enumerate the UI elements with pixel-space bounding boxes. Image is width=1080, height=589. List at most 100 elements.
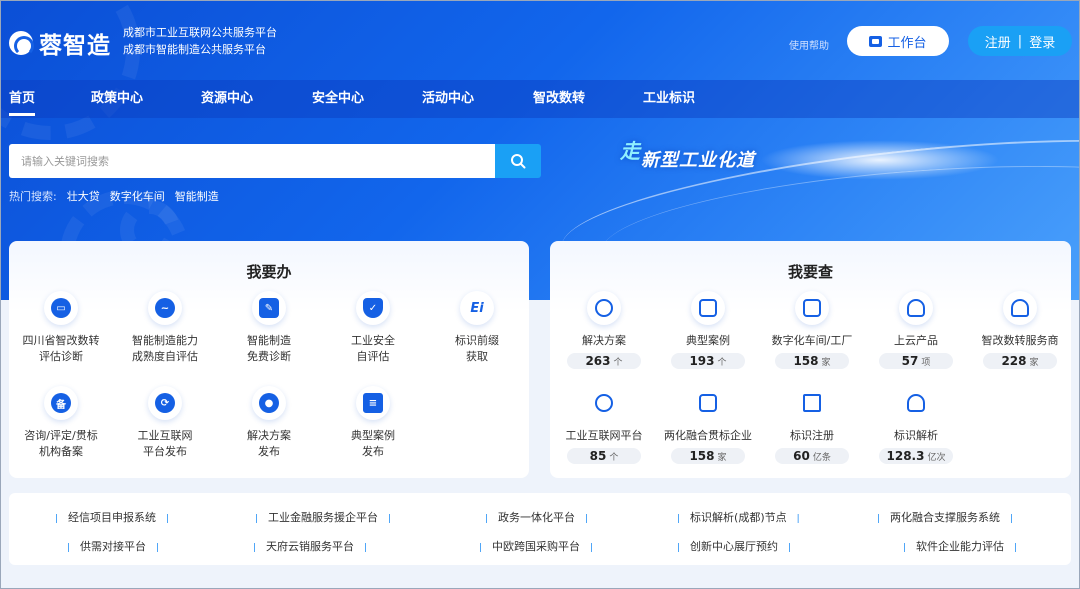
check-tile[interactable]: 标识解析 128.3 亿次 [864, 386, 968, 464]
quick-link[interactable]: 中欧跨国采购平台 [479, 538, 593, 554]
stat-value: 158 [793, 354, 819, 368]
tile-label: 标识注册 [790, 429, 834, 442]
logo[interactable]: 蓉智造 [9, 26, 111, 60]
quick-link[interactable]: 软件企业能力评估 [903, 538, 1017, 554]
tile-label: 数字化车间/工厂 [771, 334, 853, 347]
quick-links: 经信项目申报系统 工业金融服务援企平台 政务一体化平台 标识解析(成都)节点 两… [9, 493, 1071, 565]
stat-unit: 个 [609, 453, 619, 463]
hot-search-item[interactable]: 智能制造 [175, 188, 219, 204]
hot-search: 热门搜索: 壮大贷 数字化车间 智能制造 [9, 188, 219, 204]
tile-label: 典型案例 [351, 429, 395, 442]
book-icon: ≡ [363, 393, 383, 413]
check-tile[interactable]: 上云产品 57 项 [864, 291, 968, 369]
tile-label: 发布 [258, 445, 280, 458]
nav-home[interactable]: 首页 [9, 80, 36, 118]
workbench-button[interactable]: 工作台 [847, 26, 949, 56]
brand-name: 蓉智造 [39, 33, 111, 59]
nav-policy[interactable]: 政策中心 [91, 80, 143, 118]
do-tile[interactable]: ▭ 四川省智改数转 评估诊断 [9, 291, 113, 365]
nav-resources[interactable]: 资源中心 [201, 80, 253, 118]
slogan-text: 新型工业化道 [641, 150, 755, 171]
check-tile[interactable]: 解决方案 263 个 [552, 291, 656, 369]
monitor-icon [869, 35, 883, 47]
search-button[interactable] [495, 144, 541, 178]
do-tile[interactable]: ~ 智能制造能力 成熟度自评估 [113, 291, 217, 365]
bulb-icon: ● [259, 393, 279, 413]
quick-link[interactable]: 经信项目申报系统 [55, 509, 169, 525]
check-tile[interactable]: 智改数转服务商 228 家 [968, 291, 1072, 369]
check-tile[interactable]: 工业互联网平台 85 个 [552, 386, 656, 464]
provider-icon [1011, 299, 1029, 317]
tile-label: 四川省智改数转 [22, 334, 100, 347]
do-tile[interactable]: Ei 标识前缀 获取 [425, 291, 529, 365]
cloud-upload-icon [907, 299, 925, 317]
network-icon: ⟳ [155, 393, 175, 413]
stat-value: 60 [793, 449, 810, 463]
link-icon [699, 394, 717, 412]
tile-label: 典型案例 [686, 334, 730, 347]
check-tile[interactable]: 标识注册 60 亿条 [760, 386, 864, 464]
tile-label: 自评估 [356, 350, 390, 363]
check-tile[interactable]: 典型案例 193 个 [656, 291, 760, 369]
do-tile[interactable]: ⟳ 工业互联网 平台发布 [113, 386, 217, 460]
tile-label: 工业互联网 [137, 429, 193, 442]
do-tile[interactable]: 备 咨询/评定/贯标 机构备案 [9, 386, 113, 460]
edit-icon: ✎ [259, 298, 279, 318]
stat-pill: 158 家 [671, 448, 745, 464]
platform-subtitle: 成都市工业互联网公共服务平台 成都市智能制造公共服务平台 [123, 24, 277, 58]
login-button[interactable]: 登录 [1029, 32, 1055, 51]
nav-industrial-id[interactable]: 工业标识 [643, 80, 695, 118]
tile-label: 免费诊断 [247, 350, 291, 363]
search-input[interactable] [9, 144, 495, 178]
check-tile[interactable]: 数字化车间/工厂 158 家 [760, 291, 864, 369]
do-tile[interactable]: ✎ 智能制造免费诊断 [217, 291, 321, 365]
stat-value: 228 [1001, 354, 1027, 368]
quick-link[interactable]: 天府云销服务平台 [253, 538, 367, 554]
stat-unit: 亿次 [927, 453, 946, 463]
nav-digital-transform[interactable]: 智改数转 [533, 80, 585, 118]
shield-icon: ✓ [363, 298, 383, 318]
tile-label: 工业互联网平台 [565, 429, 643, 442]
tile-label: 成熟度自评估 [132, 350, 198, 363]
tile-label: 智能制造 [247, 334, 291, 347]
bulb-icon [595, 299, 613, 317]
stat-pill: 263 个 [567, 353, 641, 369]
quick-link[interactable]: 工业金融服务援企平台 [255, 509, 391, 525]
search-box [9, 144, 495, 178]
do-tile[interactable]: ✓ 工业安全自评估 [321, 291, 425, 365]
do-panel-title: 我要办 [246, 263, 292, 281]
workbench-label: 工作台 [887, 35, 927, 51]
quick-link[interactable]: 标识解析(成都)节点 [677, 509, 800, 525]
do-tile[interactable]: ≡ 典型案例 发布 [321, 386, 425, 460]
search-icon [511, 154, 526, 169]
record-icon: 备 [51, 393, 71, 413]
nav-activities[interactable]: 活动中心 [422, 80, 474, 118]
stat-unit: 亿条 [812, 453, 831, 463]
register-button[interactable]: 注册 [985, 32, 1011, 51]
hot-search-item[interactable]: 壮大贷 [67, 188, 100, 204]
auth-buttons: 注册 | 登录 [968, 26, 1072, 56]
tile-label: 解决方案 [247, 429, 291, 442]
quick-link[interactable]: 供需对接平台 [67, 538, 159, 554]
stat-value: 85 [589, 449, 607, 463]
nav-security[interactable]: 安全中心 [312, 80, 364, 118]
stat-unit: 项 [921, 358, 931, 368]
tile-label: 解决方案 [582, 334, 626, 347]
check-tile[interactable]: 两化融合贯标企业 158 家 [656, 386, 760, 464]
quick-link[interactable]: 创新中心展厅预约 [677, 538, 791, 554]
check-panel-title: 我要查 [787, 263, 833, 281]
quick-link[interactable]: 政务一体化平台 [485, 509, 588, 525]
subtitle-2: 成都市智能制造公共服务平台 [123, 43, 266, 56]
tile-label: 两化融合贯标企业 [664, 429, 752, 442]
tile-label: 获取 [466, 350, 488, 363]
tile-label: 上云产品 [894, 334, 938, 347]
tile-label: 智能制造能力 [132, 334, 198, 347]
quick-link[interactable]: 两化融合支撑服务系统 [877, 509, 1013, 525]
hot-search-item[interactable]: 数字化车间 [110, 188, 165, 204]
check-panel: 我要查 解决方案 263 个 典型案例 193 个 数字化车间/工厂 158 家 上云… [550, 241, 1071, 478]
tile-label: 工业安全 [351, 334, 395, 347]
slogan-char: 走 [620, 139, 641, 163]
help-link[interactable]: 使用帮助 [789, 37, 829, 52]
stat-value: 193 [689, 354, 715, 368]
do-tile[interactable]: ● 解决方案发布 [217, 386, 321, 460]
